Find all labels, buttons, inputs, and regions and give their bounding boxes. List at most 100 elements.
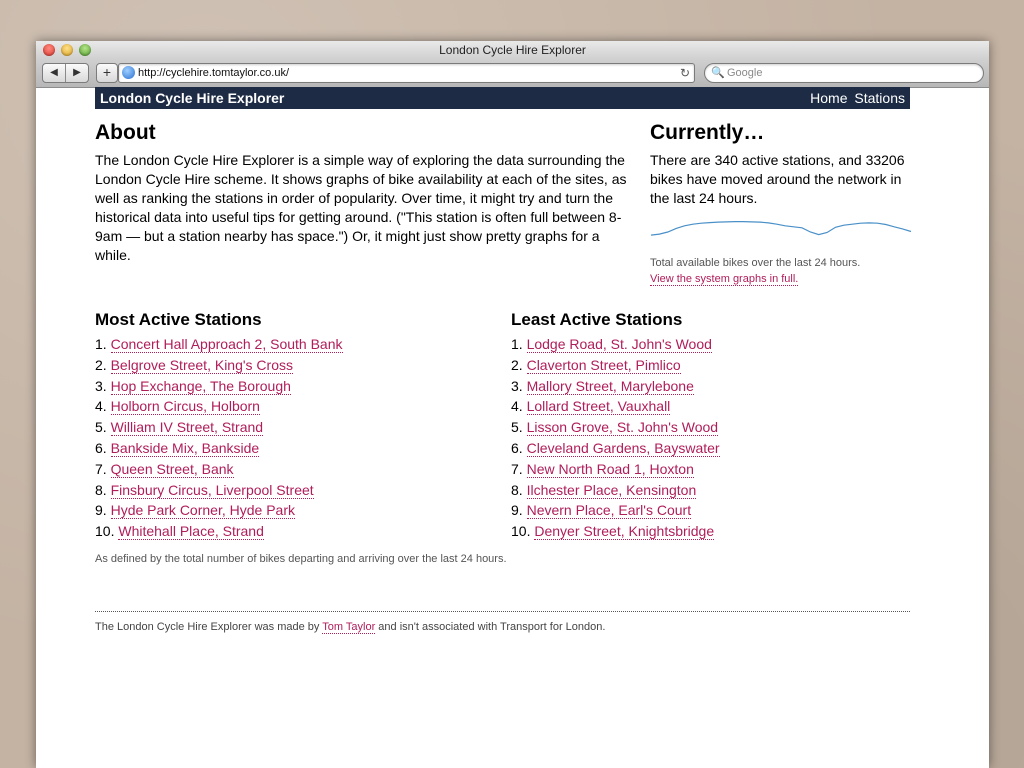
add-bookmark-button[interactable]: +	[96, 63, 118, 83]
station-rank: 4.	[511, 398, 523, 415]
footer-text-before: The London Cycle Hire Explorer was made …	[95, 621, 320, 633]
about-heading: About	[95, 121, 156, 144]
station-rank: 2.	[511, 356, 523, 373]
url-text[interactable]: http://cyclehire.tomtaylor.co.uk/	[138, 64, 289, 82]
list-item: 9. Nevern Place, Earl's Court	[511, 500, 911, 521]
list-item: 3. Mallory Street, Marylebone	[511, 376, 911, 397]
availability-sparkline	[650, 220, 912, 236]
address-bar[interactable]: http://cyclehire.tomtaylor.co.uk/ ↻	[118, 63, 695, 83]
currently-section: Currently… There are 340 active stations…	[650, 121, 912, 287]
station-rank: 8.	[511, 481, 523, 498]
nav-stations-link[interactable]: Stations	[854, 90, 905, 106]
author-link[interactable]: Tom Taylor	[322, 621, 376, 634]
title-bar: London Cycle Hire Explorer	[36, 41, 989, 60]
sparkline-series-line	[650, 220, 912, 236]
reload-icon[interactable]: ↻	[680, 64, 690, 82]
site-header: London Cycle Hire Explorer Home Stations	[95, 87, 910, 109]
station-link[interactable]: Lollard Street, Vauxhall	[526, 398, 671, 416]
close-window-button[interactable]	[43, 44, 55, 56]
search-icon: 🔍	[711, 67, 725, 79]
list-item: 5. William IV Street, Strand	[95, 417, 495, 438]
browser-window: London Cycle Hire Explorer ◀ ▶ + http://…	[36, 41, 989, 768]
search-box[interactable]: 🔍	[704, 63, 984, 83]
nav-home-link[interactable]: Home	[810, 90, 847, 106]
station-link[interactable]: Concert Hall Approach 2, South Bank	[110, 336, 343, 353]
station-link[interactable]: Holborn Circus, Holborn	[110, 398, 260, 416]
list-item: 8. Ilchester Place, Kensington	[511, 480, 911, 501]
station-rank: 6.	[95, 439, 107, 456]
list-item: 6. Bankside Mix, Bankside	[95, 438, 495, 459]
minimize-window-button[interactable]	[61, 44, 73, 56]
zoom-window-button[interactable]	[79, 44, 91, 56]
window-controls	[43, 44, 91, 56]
station-rank: 6.	[511, 439, 523, 456]
list-item: 10. Whitehall Place, Strand	[95, 521, 495, 542]
station-rank: 10.	[511, 523, 531, 540]
station-rank: 4.	[95, 398, 107, 415]
back-button[interactable]: ◀	[43, 64, 65, 82]
window-title: London Cycle Hire Explorer	[439, 43, 586, 57]
site-footer: The London Cycle Hire Explorer was made …	[95, 621, 606, 634]
list-item: 7. Queen Street, Bank	[95, 459, 495, 480]
list-item: 1. Concert Hall Approach 2, South Bank	[95, 334, 495, 355]
station-link[interactable]: Hop Exchange, The Borough	[110, 377, 291, 395]
station-link[interactable]: Ilchester Place, Kensington	[526, 481, 697, 499]
browser-toolbar: ◀ ▶ + http://cyclehire.tomtaylor.co.uk/ …	[36, 60, 989, 88]
station-rank: 7.	[95, 460, 107, 477]
station-rank: 1.	[95, 336, 107, 352]
station-link[interactable]: Mallory Street, Marylebone	[526, 377, 694, 395]
station-link[interactable]: Lisson Grove, St. John's Wood	[526, 419, 719, 437]
system-graphs-link[interactable]: View the system graphs in full.	[650, 273, 799, 286]
forward-button[interactable]: ▶	[65, 64, 88, 82]
station-link[interactable]: Hyde Park Corner, Hyde Park	[110, 502, 295, 520]
currently-heading: Currently…	[650, 121, 765, 144]
footer-text-after: and isn't associated with Transport for …	[378, 621, 606, 633]
station-link[interactable]: Bankside Mix, Bankside	[110, 439, 260, 457]
station-link[interactable]: Lodge Road, St. John's Wood	[526, 336, 712, 353]
station-link[interactable]: Denyer Street, Knightsbridge	[534, 523, 715, 541]
list-item: 2. Belgrove Street, King's Cross	[95, 355, 495, 376]
list-item: 1. Lodge Road, St. John's Wood	[511, 334, 911, 355]
station-rank: 9.	[95, 502, 107, 519]
about-text: The London Cycle Hire Explorer is a simp…	[95, 152, 627, 263]
page-content: London Cycle Hire Explorer Home Stations…	[95, 87, 912, 634]
station-link[interactable]: Nevern Place, Earl's Court	[526, 502, 692, 520]
station-link[interactable]: Whitehall Place, Strand	[118, 523, 264, 541]
station-link[interactable]: Belgrove Street, King's Cross	[110, 356, 293, 374]
list-item: 3. Hop Exchange, The Borough	[95, 376, 495, 397]
station-link[interactable]: William IV Street, Strand	[110, 419, 264, 437]
site-nav: Home Stations	[807, 87, 905, 109]
list-item: 4. Lollard Street, Vauxhall	[511, 396, 911, 417]
station-link[interactable]: Queen Street, Bank	[110, 460, 234, 478]
most-active-column: Most Active Stations 1. Concert Hall App…	[95, 310, 495, 542]
least-active-column: Least Active Stations 1. Lodge Road, St.…	[511, 310, 911, 542]
station-link[interactable]: Cleveland Gardens, Bayswater	[526, 439, 720, 457]
station-rank: 9.	[511, 502, 523, 519]
list-item: 10. Denyer Street, Knightsbridge	[511, 521, 911, 542]
station-link[interactable]: New North Road 1, Hoxton	[526, 460, 694, 478]
station-link[interactable]: Claverton Street, Pimlico	[526, 356, 681, 374]
list-item: 8. Finsbury Circus, Liverpool Street	[95, 480, 495, 501]
list-item: 5. Lisson Grove, St. John's Wood	[511, 417, 911, 438]
station-rank: 2.	[95, 356, 107, 373]
list-item: 9. Hyde Park Corner, Hyde Park	[95, 500, 495, 521]
station-rank: 1.	[511, 336, 523, 352]
globe-icon	[122, 66, 135, 79]
station-rank: 5.	[95, 419, 107, 436]
station-rank: 5.	[511, 419, 523, 436]
sparkline-caption: Total available bikes over the last 24 h…	[650, 255, 912, 287]
most-active-list: 1. Concert Hall Approach 2, South Bank 2.…	[95, 334, 495, 542]
footer-divider	[95, 611, 910, 612]
most-active-heading: Most Active Stations	[95, 310, 262, 329]
list-item: 6. Cleveland Gardens, Bayswater	[511, 438, 911, 459]
station-rank: 7.	[511, 460, 523, 477]
station-rank: 3.	[511, 377, 523, 394]
least-active-list: 1. Lodge Road, St. John's Wood 2. Clavert…	[511, 334, 911, 542]
list-item: 2. Claverton Street, Pimlico	[511, 355, 911, 376]
currently-text: There are 340 active stations, and 33206…	[650, 152, 905, 206]
station-rank: 3.	[95, 377, 107, 394]
list-item: 4. Holborn Circus, Holborn	[95, 396, 495, 417]
search-input[interactable]	[727, 64, 967, 82]
station-link[interactable]: Finsbury Circus, Liverpool Street	[110, 481, 314, 499]
site-brand[interactable]: London Cycle Hire Explorer	[100, 87, 284, 110]
